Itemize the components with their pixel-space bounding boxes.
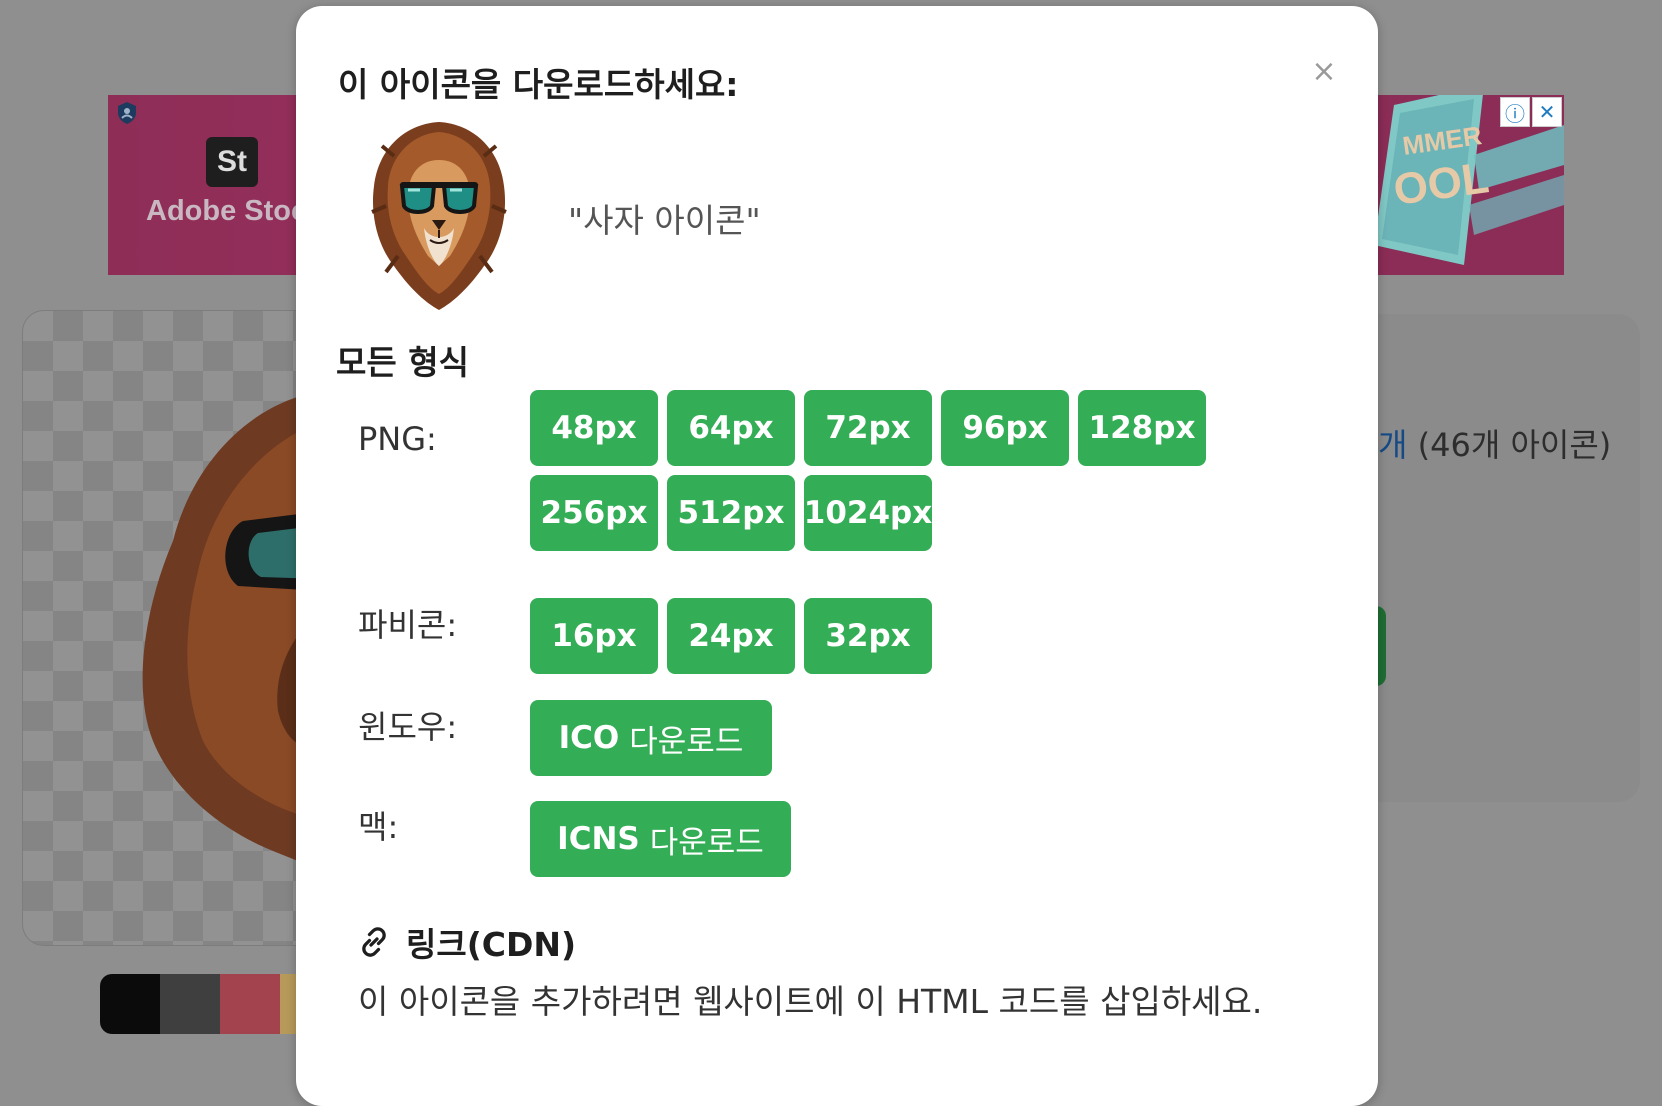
- png-256-button[interactable]: 256px: [530, 475, 658, 551]
- icon-caption: "사자 아이콘": [568, 201, 761, 240]
- png-128-button[interactable]: 128px: [1078, 390, 1206, 466]
- modal-title: 이 아이콘을 다운로드하세요:: [338, 65, 739, 104]
- icns-label: ICNS: [557, 821, 640, 857]
- png-64-button[interactable]: 64px: [667, 390, 795, 466]
- png-512-button[interactable]: 512px: [667, 475, 795, 551]
- windows-label: 윈도우:: [358, 708, 458, 746]
- icon-preview-card: [22, 310, 324, 946]
- icns-download-button[interactable]: ICNS 다운로드: [530, 801, 791, 877]
- favicon-32-button[interactable]: 32px: [804, 598, 932, 674]
- formats-heading: 모든 형식: [336, 343, 469, 382]
- ad-brand-badge: St: [206, 137, 258, 187]
- favicon-24-button[interactable]: 24px: [667, 598, 795, 674]
- shield-icon: [118, 102, 136, 124]
- close-button[interactable]: ×: [1308, 56, 1340, 88]
- ad-brand-text: Adobe Stoc: [146, 195, 308, 227]
- ico-label: ICO: [558, 720, 620, 756]
- info-icon[interactable]: ⓘ: [1500, 97, 1530, 127]
- link-icon: [362, 927, 386, 957]
- favicon-16-button[interactable]: 16px: [530, 598, 658, 674]
- cdn-description: 이 아이콘을 추가하려면 웹사이트에 이 HTML 코드를 삽입하세요.: [358, 982, 1263, 1021]
- download-label: 다운로드: [629, 723, 744, 760]
- download-modal: 이 아이콘을 다운로드하세요: × "사자 아이콘" 모든 형식 PNG: 48…: [296, 6, 1378, 1106]
- png-label: PNG:: [358, 420, 437, 458]
- color-swatch[interactable]: [220, 974, 280, 1034]
- collection-count[interactable]: 개 (46개 아이콘): [1378, 420, 1611, 466]
- favicon-label: 파비콘:: [358, 606, 458, 644]
- lion-preview-image: [142, 391, 323, 871]
- collection-link[interactable]: 개: [1378, 426, 1407, 464]
- ad-controls: ⓘ ✕: [1500, 97, 1562, 127]
- mac-label: 맥:: [358, 808, 399, 846]
- collection-count-text: (46개 아이콘): [1407, 426, 1612, 464]
- png-96-button[interactable]: 96px: [941, 390, 1069, 466]
- png-48-button[interactable]: 48px: [530, 390, 658, 466]
- png-1024-button[interactable]: 1024px: [804, 475, 932, 551]
- color-swatch[interactable]: [160, 974, 220, 1034]
- lion-icon-image: [371, 122, 507, 310]
- close-icon[interactable]: ✕: [1532, 97, 1562, 127]
- color-swatch[interactable]: [100, 974, 160, 1034]
- download-label: 다운로드: [649, 824, 764, 861]
- png-72-button[interactable]: 72px: [804, 390, 932, 466]
- cdn-heading: 링크(CDN): [406, 925, 577, 964]
- ico-download-button[interactable]: ICO 다운로드: [530, 700, 772, 776]
- cdn-section-header: 링크(CDN): [356, 918, 576, 966]
